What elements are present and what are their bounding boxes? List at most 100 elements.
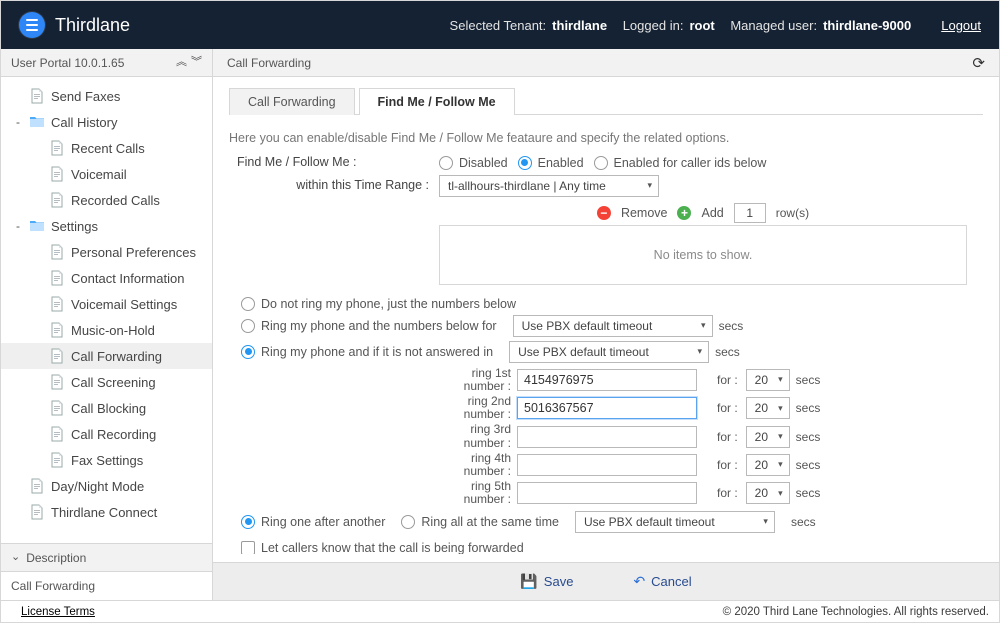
app-header: Thirdlane Selected Tenant: thirdlane Log… (1, 1, 999, 49)
for-label: for : (717, 373, 738, 387)
rows-suffix: row(s) (776, 206, 809, 220)
secs-label: secs (715, 345, 740, 359)
nav-item[interactable]: -Call Screening (1, 369, 212, 395)
ring-number-input[interactable] (517, 397, 697, 419)
save-button[interactable]: 💾 Save (520, 573, 573, 590)
tab[interactable]: Call Forwarding (229, 88, 355, 115)
for-label: for : (717, 430, 738, 444)
nav-item[interactable]: -Contact Information (1, 265, 212, 291)
findme-options: Disabled Enabled Enabled for caller ids be… (439, 156, 967, 170)
ring-duration-select[interactable]: 20 ▾ (746, 426, 790, 448)
tab[interactable]: Find Me / Follow Me (359, 88, 515, 115)
call-option[interactable]: Ring my phone and if it is not answered … (241, 345, 493, 359)
timerange-select[interactable]: tl-allhours-thirdlane | Any time ▾ (439, 175, 659, 197)
findme-option-label: Disabled (459, 156, 508, 170)
ring-duration-select[interactable]: 20▾ (746, 397, 790, 419)
license-link[interactable]: License Terms (21, 606, 95, 618)
ring-mode-option[interactable]: Ring all at the same time (401, 515, 559, 529)
findme-option[interactable]: Disabled (439, 156, 508, 170)
help-text: Here you can enable/disable Find Me / Fo… (229, 131, 967, 145)
nav-item[interactable]: -Call Recording (1, 421, 212, 447)
main: Call Forwarding ⟳ Call ForwardingFind Me… (213, 49, 999, 600)
nav-item-label: Recorded Calls (71, 193, 160, 208)
timeout-select[interactable]: Use PBX default timeout▾ (513, 315, 713, 337)
page-icon (29, 478, 45, 494)
findme-row: Find Me / Follow Me : DisabledEnabledEna… (229, 155, 967, 171)
call-option[interactable]: Ring my phone and the numbers below for (241, 319, 497, 333)
logged-value: root (689, 18, 714, 33)
nav-item-label: Recent Calls (71, 141, 145, 156)
ring-number-input[interactable] (517, 482, 697, 504)
timeout-value: Use PBX default timeout (584, 515, 715, 529)
ring-number-input[interactable] (517, 454, 697, 476)
findme-option[interactable]: Enabled (518, 156, 584, 170)
nav-item[interactable]: -Personal Preferences (1, 239, 212, 265)
nav-item[interactable]: -Fax Settings (1, 447, 212, 473)
description-value-row: Call Forwarding (1, 572, 212, 600)
add-row-icon[interactable]: + (677, 206, 691, 220)
brand-name: Thirdlane (55, 15, 130, 36)
ring-number-label: ring 4th number : (439, 452, 517, 478)
ring-duration-value: 20 (755, 486, 768, 500)
logout-link[interactable]: Logout (941, 18, 981, 33)
nav-item[interactable]: -Recorded Calls (1, 187, 212, 213)
ring-mode-timeout-select[interactable]: Use PBX default timeout▾ (575, 511, 775, 533)
nav-item[interactable]: -Recent Calls (1, 135, 212, 161)
ring-number-input[interactable] (517, 426, 697, 448)
findme-option[interactable]: Enabled for caller ids below (594, 156, 767, 170)
call-option-row: Ring my phone and the numbers below for U… (229, 315, 967, 337)
header-status: Selected Tenant: thirdlane Logged in: ro… (450, 18, 912, 33)
collapse-all-icon[interactable]: ︽ (176, 57, 187, 68)
forwarding-option[interactable]: Let callers know that the call is being … (241, 541, 524, 555)
radio-icon (439, 156, 453, 170)
ring-duration-select[interactable]: 20▾ (746, 454, 790, 476)
nav-item[interactable]: -Call History (1, 109, 212, 135)
description-header[interactable]: ⌄ Description (1, 544, 212, 572)
caller-id-grid-empty: No items to show. (439, 225, 967, 285)
timeout-select[interactable]: Use PBX default timeout▾ (509, 341, 709, 363)
findme-option-label: Enabled for caller ids below (614, 156, 767, 170)
call-option[interactable]: Do not ring my phone, just the numbers b… (241, 297, 516, 311)
page-icon (49, 348, 65, 364)
remove-row-icon[interactable]: − (597, 206, 611, 220)
logged-label: Logged in: (623, 18, 684, 33)
cancel-button[interactable]: ↶ Cancel (633, 573, 691, 590)
nav-item[interactable]: -Voicemail (1, 161, 212, 187)
nav-item[interactable]: -Send Faxes (1, 83, 212, 109)
tree-toggle-icon[interactable]: - (13, 220, 23, 232)
nav-item-label: Voicemail Settings (71, 297, 177, 312)
ring-duration-value: 20 (755, 430, 768, 444)
nav-item-label: Personal Preferences (71, 245, 196, 260)
nav-item[interactable]: -Call Blocking (1, 395, 212, 421)
ring-duration-select[interactable]: 20▾ (746, 369, 790, 391)
rowcount-input[interactable] (734, 203, 766, 223)
managed-label: Managed user: (730, 18, 817, 33)
radio-icon (241, 297, 255, 311)
page-icon (49, 270, 65, 286)
expand-all-icon[interactable]: ︾ (191, 57, 202, 68)
call-option-label: Do not ring my phone, just the numbers b… (261, 297, 516, 311)
ring-number-input[interactable] (517, 369, 697, 391)
page-icon (49, 374, 65, 390)
nav-item[interactable]: -Music-on-Hold (1, 317, 212, 343)
secs-label: secs (796, 373, 821, 387)
ring-mode-label: Ring all at the same time (421, 515, 559, 529)
breadcrumb: Call Forwarding (227, 56, 311, 70)
sidebar-header: User Portal 10.0.1.65 ︽ ︾ (1, 49, 212, 77)
page-icon (49, 400, 65, 416)
tree-toggle-icon[interactable]: - (13, 116, 23, 128)
refresh-icon[interactable]: ⟳ (972, 54, 985, 72)
ring-mode-option[interactable]: Ring one after another (241, 515, 385, 529)
nav-item-label: Thirdlane Connect (51, 505, 157, 520)
ring-duration-select[interactable]: 20▾ (746, 482, 790, 504)
ring-number-label: ring 2nd number : (439, 395, 517, 421)
nav-item[interactable]: -Call Forwarding (1, 343, 212, 369)
nav-item[interactable]: -Thirdlane Connect (1, 499, 212, 525)
managed-value: thirdlane-9000 (823, 18, 911, 33)
form-scroll[interactable]: Here you can enable/disable Find Me / Fo… (229, 115, 983, 554)
chevron-down-icon: ▾ (778, 431, 783, 442)
nav-item[interactable]: -Settings (1, 213, 212, 239)
nav-item[interactable]: -Voicemail Settings (1, 291, 212, 317)
nav-item[interactable]: -Day/Night Mode (1, 473, 212, 499)
nav-item-label: Day/Night Mode (51, 479, 144, 494)
